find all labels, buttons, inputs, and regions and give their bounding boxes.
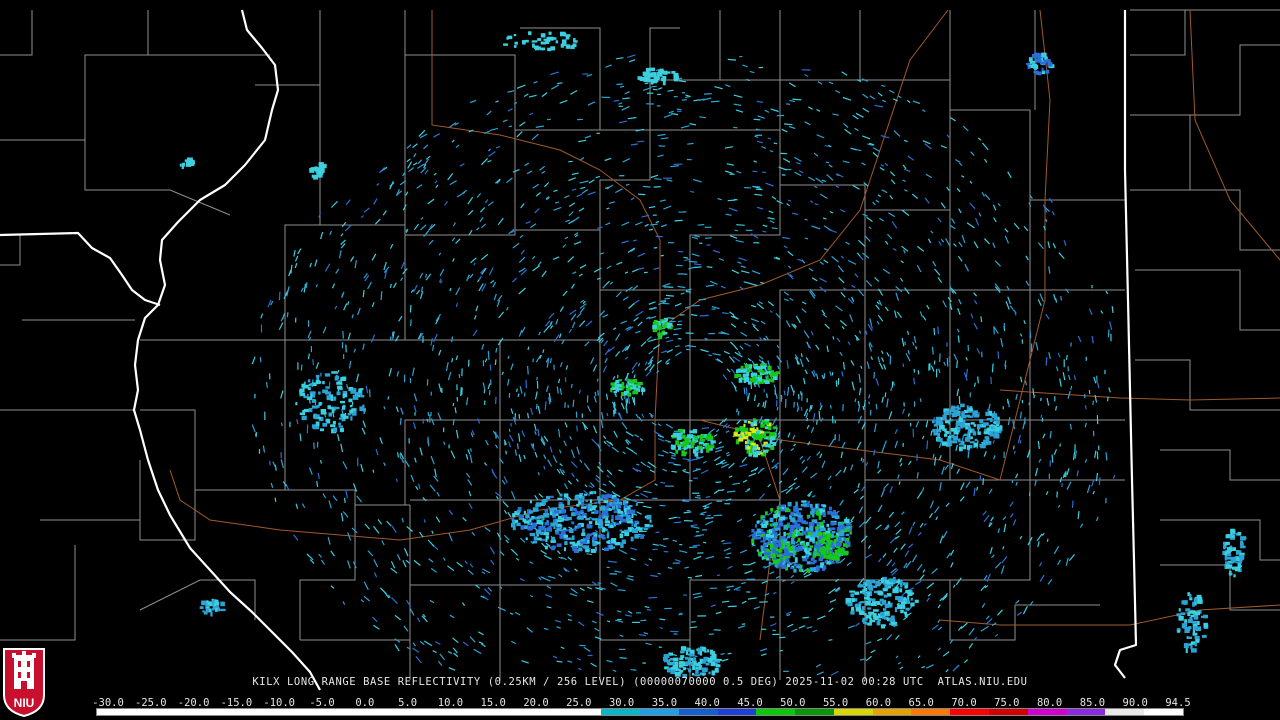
legend-color-swatch — [213, 709, 253, 715]
radar-map — [0, 0, 1280, 720]
legend-color-swatch — [639, 709, 679, 715]
niu-logo-icon: NIU — [3, 648, 45, 717]
legend-color-swatch — [950, 709, 989, 715]
legend-color-swatch — [446, 709, 485, 715]
legend-color-swatch — [795, 709, 834, 715]
legend-color-swatch — [678, 709, 718, 715]
legend-color-swatch — [252, 709, 291, 715]
legend-color-swatch — [329, 709, 369, 715]
legend-color-swatch — [290, 709, 330, 715]
legend-color-swatch — [717, 709, 757, 715]
niu-logo-text: NIU — [14, 696, 35, 710]
product-caption: KILX LONG RANGE BASE REFLECTIVITY (0.25K… — [252, 676, 1028, 688]
reflectivity-color-scale — [96, 708, 1184, 716]
legend-color-swatch — [988, 709, 1028, 715]
legend-color-swatch — [484, 709, 524, 715]
legend-color-swatch — [1105, 709, 1145, 715]
legend-color-swatch — [601, 709, 640, 715]
legend-color-swatch — [911, 709, 951, 715]
legend-color-swatch — [407, 709, 447, 715]
legend-color-swatch — [174, 709, 214, 715]
legend-color-swatch — [1066, 709, 1106, 715]
legend-color-swatch — [562, 709, 602, 715]
legend-color-swatch — [1027, 709, 1067, 715]
legend-color-swatch — [368, 709, 408, 715]
legend-color-swatch — [1144, 709, 1183, 715]
legend-color-swatch — [833, 709, 873, 715]
legend-color-swatch — [872, 709, 912, 715]
legend-color-swatch — [756, 709, 796, 715]
legend-color-swatch — [97, 709, 136, 715]
legend-color-swatch — [523, 709, 563, 715]
legend-color-swatch — [135, 709, 175, 715]
